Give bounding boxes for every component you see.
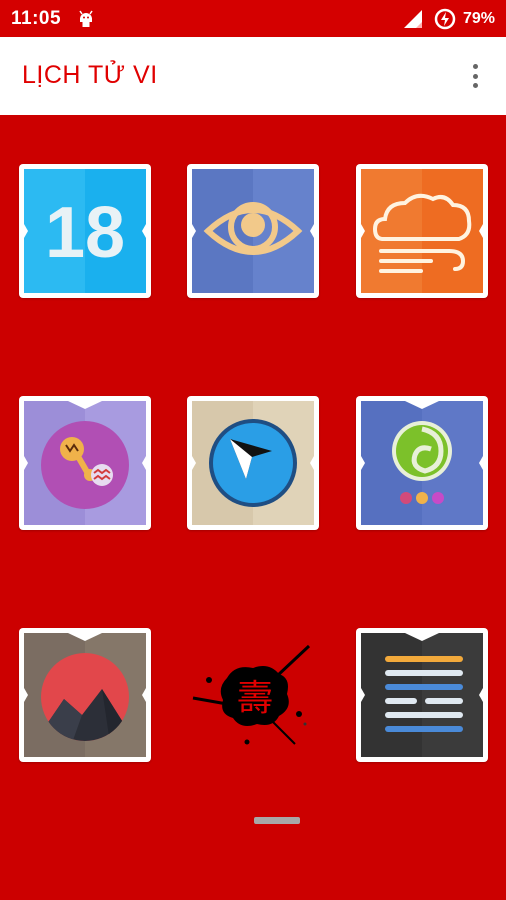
mountain-sun-icon — [24, 633, 146, 757]
tile-zodiac[interactable] — [19, 396, 151, 530]
menu-dot — [472, 73, 478, 79]
app-bar: LỊCH TỬ VI — [0, 37, 506, 115]
tile-feng-shui[interactable] — [356, 396, 488, 530]
calendar-day-text: 18 — [45, 193, 125, 273]
tile-compass[interactable] — [187, 396, 319, 530]
calendar-icon: 18 — [24, 169, 146, 293]
app-title: LỊCH TỬ VI — [22, 61, 158, 89]
menu-dot — [472, 83, 478, 88]
tile-eye[interactable] — [187, 164, 319, 298]
cloud-wind-icon — [361, 169, 483, 293]
tile-calendar[interactable]: 18 — [19, 164, 151, 298]
text-lines-icon — [361, 633, 483, 757]
more-vert-icon[interactable] — [462, 61, 488, 91]
feng-shui-icon — [361, 401, 483, 525]
tile-weather[interactable] — [356, 164, 488, 298]
battery-percent: 79% — [463, 10, 496, 27]
signal-icon — [402, 9, 424, 29]
aquarius-zodiac-icon — [24, 401, 146, 525]
android-icon — [76, 8, 96, 28]
status-bar: 11:05 79% — [0, 0, 506, 37]
icon-grid: 18 壽 — [0, 115, 506, 900]
eye-icon — [192, 169, 314, 293]
status-time: 11:05 — [11, 8, 62, 29]
tile-notes[interactable] — [356, 628, 488, 762]
ink-splash-icon: 壽 — [192, 644, 311, 745]
calligraphy-glyph: 壽 — [237, 678, 273, 719]
compass-icon — [192, 401, 314, 525]
tile-calligraphy[interactable]: 壽 — [187, 628, 319, 762]
battery-saver-icon — [434, 8, 456, 30]
scroll-indicator — [254, 817, 300, 824]
menu-dot — [472, 64, 478, 69]
tile-mountain[interactable] — [19, 628, 151, 762]
